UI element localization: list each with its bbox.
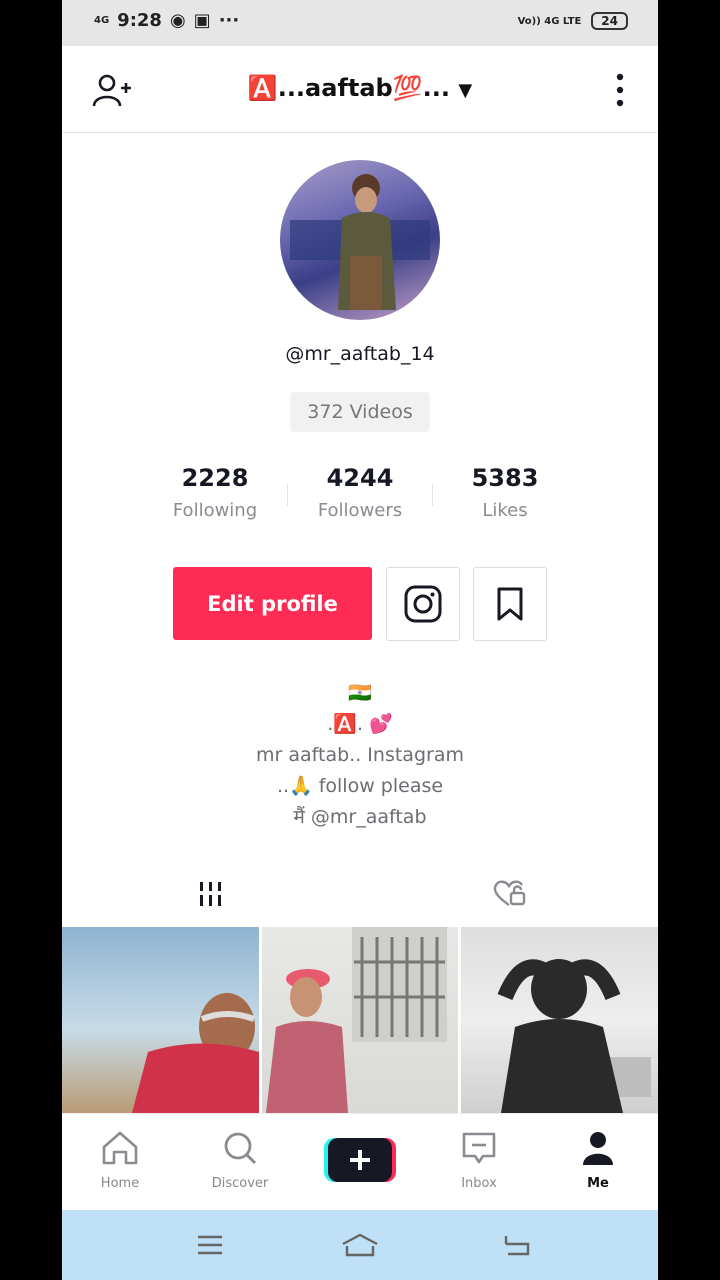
video-grid	[62, 927, 658, 1113]
stat-divider	[287, 484, 288, 506]
caret-down-icon: ▼	[458, 80, 473, 101]
username: @mr_aaftab_14	[285, 343, 435, 365]
account-name: 🅰️...aaftab💯...	[247, 74, 450, 102]
phone-screen: 4G 9:28 ◉ ▣ ··· Vo)) 4G LTE 24 🅰️...aaft…	[62, 0, 658, 1280]
instagram-icon	[404, 585, 442, 623]
status-time: 9:28	[117, 10, 162, 31]
profile-avatar[interactable]	[280, 160, 440, 320]
nav-discover-label: Discover	[211, 1176, 269, 1191]
more-notifications-icon: ···	[218, 10, 240, 31]
grid-icon[interactable]	[198, 880, 224, 908]
bio-line: ..🙏 follow please	[276, 775, 444, 797]
nav-me-label: Me	[587, 1176, 609, 1191]
followers-count: 4244	[326, 464, 394, 492]
content-tabs	[62, 862, 658, 926]
profile-bio: 🇮🇳 .🅰️. 💕 mr aaftab.. Instagram ..🙏 foll…	[62, 678, 658, 833]
private-liked-icon[interactable]	[492, 878, 526, 908]
nav-home[interactable]: Home	[70, 1130, 170, 1191]
stat-followers[interactable]: 4244 Followers	[295, 464, 425, 521]
more-options-icon[interactable]	[612, 72, 628, 108]
likes-count: 5383	[471, 464, 539, 492]
nav-home-label: Home	[100, 1176, 140, 1191]
battery-indicator: 24	[591, 12, 628, 30]
bio-line: मैं @mr_aaftab	[293, 806, 427, 828]
instagram-button[interactable]	[386, 567, 460, 641]
video-thumbnail[interactable]	[261, 927, 459, 1113]
network-indicator: Vo)) 4G LTE	[517, 15, 582, 27]
likes-label: Likes	[482, 500, 528, 521]
favorites-button[interactable]	[473, 567, 547, 641]
video-thumbnail[interactable]	[461, 927, 658, 1113]
profile-header: 🅰️...aaftab💯... ▼	[62, 46, 658, 133]
profile-icon	[583, 1132, 613, 1165]
back-icon[interactable]	[502, 1232, 532, 1258]
nav-me[interactable]: Me	[548, 1130, 648, 1191]
signal-indicator: 4G	[94, 15, 110, 26]
inbox-icon	[462, 1132, 496, 1164]
instagram-notification-icon: ▣	[193, 10, 211, 31]
system-navigation-bar	[62, 1210, 658, 1280]
bio-line: mr aaftab.. Instagram	[256, 744, 464, 766]
status-bar: 4G 9:28 ◉ ▣ ··· Vo)) 4G LTE 24	[62, 0, 658, 46]
chrome-icon: ◉	[169, 10, 186, 31]
following-label: Following	[172, 500, 258, 521]
account-switcher[interactable]: 🅰️...aaftab💯... ▼	[62, 74, 658, 102]
menu-icon[interactable]	[196, 1234, 224, 1256]
stat-following[interactable]: 2228 Following	[150, 464, 280, 521]
following-count: 2228	[181, 464, 249, 492]
bio-line: 🇮🇳	[348, 682, 372, 704]
nav-inbox-label: Inbox	[461, 1176, 497, 1191]
create-video-button[interactable]	[324, 1138, 396, 1182]
nav-discover[interactable]: Discover	[190, 1130, 290, 1191]
home-icon	[102, 1131, 138, 1165]
search-icon	[224, 1132, 257, 1165]
nav-inbox[interactable]: Inbox	[429, 1130, 529, 1191]
bookmark-icon	[497, 587, 523, 621]
bio-line: .🅰️. 💕	[327, 713, 393, 735]
edit-profile-button[interactable]: Edit profile	[173, 567, 372, 640]
video-count-badge: 372 Videos	[290, 392, 430, 432]
bottom-navigation: Home Discover Inbox Me	[62, 1113, 658, 1211]
home-button-icon[interactable]	[340, 1232, 380, 1258]
followers-label: Followers	[317, 500, 403, 521]
stat-divider	[432, 484, 433, 506]
stat-likes[interactable]: 5383 Likes	[440, 464, 570, 521]
video-thumbnail[interactable]	[62, 927, 259, 1113]
